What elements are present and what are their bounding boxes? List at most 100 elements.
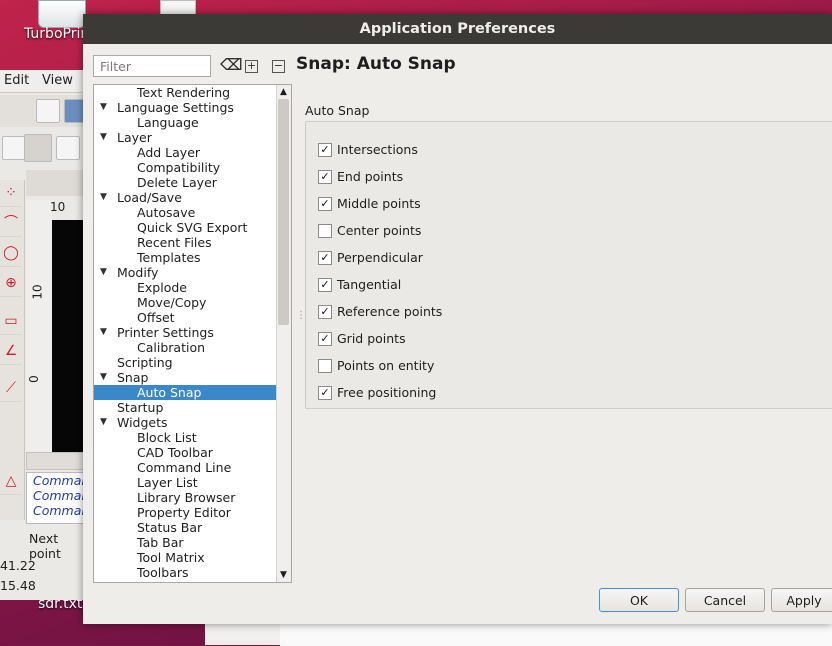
target-tool-icon[interactable]: ⊕ xyxy=(0,270,22,297)
checkbox-label[interactable]: Grid points xyxy=(337,331,406,346)
expand-all-icon[interactable]: + xyxy=(245,60,258,73)
tree-item[interactable]: Language xyxy=(94,115,277,130)
preferences-tree[interactable]: Text Rendering ▼ Language Settings Language… xyxy=(93,84,292,583)
checkbox-label[interactable]: Reference points xyxy=(337,304,442,319)
checkbox[interactable]: ✓ xyxy=(318,143,332,157)
tree-item[interactable]: Tab Bar xyxy=(94,535,277,550)
preferences-dialog: Application Preferences ⌫ + − Snap: Auto… xyxy=(83,14,832,624)
tree-item[interactable]: ▼ Layer xyxy=(94,130,277,145)
horizontal-scrollbar[interactable] xyxy=(26,452,86,470)
checkbox[interactable] xyxy=(318,224,332,238)
checkbox-label[interactable]: Center points xyxy=(337,223,421,238)
dialog-title[interactable]: Application Preferences xyxy=(83,14,832,44)
zoom-icon[interactable] xyxy=(26,170,84,196)
tree-item-label: Auto Snap xyxy=(137,385,202,400)
ellipse-tool-icon[interactable]: ◯ xyxy=(0,240,22,267)
tree-item[interactable]: ▼ Widgets xyxy=(94,415,277,430)
tree-item-label: Offset xyxy=(137,310,175,325)
tree-item-label: Status Bar xyxy=(137,520,203,535)
checkbox-label[interactable]: Middle points xyxy=(337,196,421,211)
checkbox-label[interactable]: Intersections xyxy=(337,142,418,157)
checkbox[interactable]: ✓ xyxy=(318,170,332,184)
checkbox[interactable] xyxy=(318,359,332,373)
checkbox-label[interactable]: Perpendicular xyxy=(337,250,423,265)
expand-arrow-icon[interactable]: ▼ xyxy=(100,265,107,280)
scroll-up-icon[interactable]: ▲ xyxy=(280,87,287,97)
expand-arrow-icon[interactable]: ▼ xyxy=(100,325,107,340)
expand-arrow-icon[interactable]: ▼ xyxy=(100,370,107,385)
rectangle-tool-icon[interactable]: ▭ xyxy=(0,308,22,335)
tree-item[interactable]: Add Layer xyxy=(94,145,277,160)
menu-view[interactable]: View xyxy=(42,73,73,88)
tree-item[interactable]: Text Rendering xyxy=(94,85,277,100)
scrollbar-thumb[interactable] xyxy=(278,99,289,325)
tree-item-label: Quick SVG Export xyxy=(137,220,248,235)
tree-item[interactable]: Property Editor xyxy=(94,505,277,520)
angle-tool-icon[interactable]: △ xyxy=(0,468,22,495)
polyline-tool-icon[interactable]: ∠ xyxy=(0,338,22,365)
tree-item[interactable]: CAD Toolbar xyxy=(94,445,277,460)
checkbox[interactable]: ✓ xyxy=(318,197,332,211)
tree-item[interactable]: Calibration xyxy=(94,340,277,355)
dimension-tool-icon[interactable] xyxy=(56,136,80,160)
checkbox[interactable]: ✓ xyxy=(318,386,332,400)
tree-item[interactable]: Command Line xyxy=(94,460,277,475)
ok-button[interactable]: OK xyxy=(599,588,679,612)
checkbox[interactable]: ✓ xyxy=(318,251,332,265)
tree-item[interactable]: Tool Matrix xyxy=(94,550,277,565)
expand-arrow-icon[interactable]: ▼ xyxy=(100,190,107,205)
cancel-button[interactable]: Cancel xyxy=(685,588,765,612)
vertical-ruler: 10 10 0 xyxy=(26,200,65,452)
tree-item[interactable]: ▼ Printer Settings xyxy=(94,325,277,340)
tree-item[interactable]: ▼ Snap xyxy=(94,370,277,385)
menu-edit[interactable]: Edit xyxy=(4,73,29,88)
apply-button[interactable]: Apply xyxy=(771,588,832,612)
tree-item[interactable]: Quick SVG Export xyxy=(94,220,277,235)
collapse-all-icon[interactable]: − xyxy=(272,60,285,73)
tree-item[interactable]: ▼ Load/Save xyxy=(94,190,277,205)
tree-item[interactable]: Move/Copy xyxy=(94,295,277,310)
curve-tool-icon[interactable]: ⌒ xyxy=(0,210,22,237)
grid-tool-icon[interactable]: ⁘ xyxy=(0,180,22,207)
tree-item[interactable]: Scripting xyxy=(94,355,277,370)
tree-item[interactable]: Startup xyxy=(94,400,277,415)
tree-item[interactable]: Block List xyxy=(94,430,277,445)
expand-arrow-icon[interactable]: ▼ xyxy=(100,130,107,145)
splitter-handle[interactable]: ⋮ xyxy=(296,310,306,321)
drawing-canvas[interactable] xyxy=(52,220,84,452)
tree-item[interactable]: Templates xyxy=(94,250,277,265)
tree-item[interactable]: Recent Files xyxy=(94,235,277,250)
checkbox-label[interactable]: Tangential xyxy=(337,277,401,292)
checkbox[interactable]: ✓ xyxy=(318,332,332,346)
tree-item[interactable]: Compatibility xyxy=(94,160,277,175)
tree-item[interactable]: Offset xyxy=(94,310,277,325)
checkbox[interactable]: ✓ xyxy=(318,305,332,319)
scroll-down-icon[interactable]: ▼ xyxy=(280,570,287,580)
circle-tool-icon[interactable] xyxy=(2,136,26,160)
new-file-icon[interactable] xyxy=(36,99,60,123)
tree-item[interactable]: Auto Snap xyxy=(94,385,277,400)
tree-item[interactable]: ▼ Modify xyxy=(94,265,277,280)
expand-arrow-icon[interactable]: ▼ xyxy=(100,100,107,115)
tree-item-label: Library Browser xyxy=(137,490,236,505)
auto-snap-group: ✓ Intersections ✓ End points ✓ Middle points C… xyxy=(305,121,832,409)
printer-icon[interactable] xyxy=(38,0,86,28)
tree-item[interactable]: Autosave xyxy=(94,205,277,220)
tree-scrollbar[interactable]: ▲ ▼ xyxy=(276,85,291,582)
clear-filter-icon[interactable]: ⌫ xyxy=(220,57,243,73)
segment-tool-icon[interactable]: ⟋ xyxy=(0,375,22,402)
filter-input[interactable] xyxy=(93,55,211,77)
checkbox-label[interactable]: Free positioning xyxy=(337,385,436,400)
tree-item[interactable]: Status Bar xyxy=(94,520,277,535)
expand-arrow-icon[interactable]: ▼ xyxy=(100,415,107,430)
tree-item[interactable]: Library Browser xyxy=(94,490,277,505)
tree-item[interactable]: Layer List xyxy=(94,475,277,490)
line-tool-icon[interactable] xyxy=(24,134,52,162)
checkbox-label[interactable]: End points xyxy=(337,169,403,184)
tree-item[interactable]: Toolbars xyxy=(94,565,277,580)
tree-item[interactable]: ▼ Language Settings xyxy=(94,100,277,115)
tree-item[interactable]: Delete Layer xyxy=(94,175,277,190)
tree-item[interactable]: Explode xyxy=(94,280,277,295)
checkbox-label[interactable]: Points on entity xyxy=(337,358,434,373)
checkbox[interactable]: ✓ xyxy=(318,278,332,292)
